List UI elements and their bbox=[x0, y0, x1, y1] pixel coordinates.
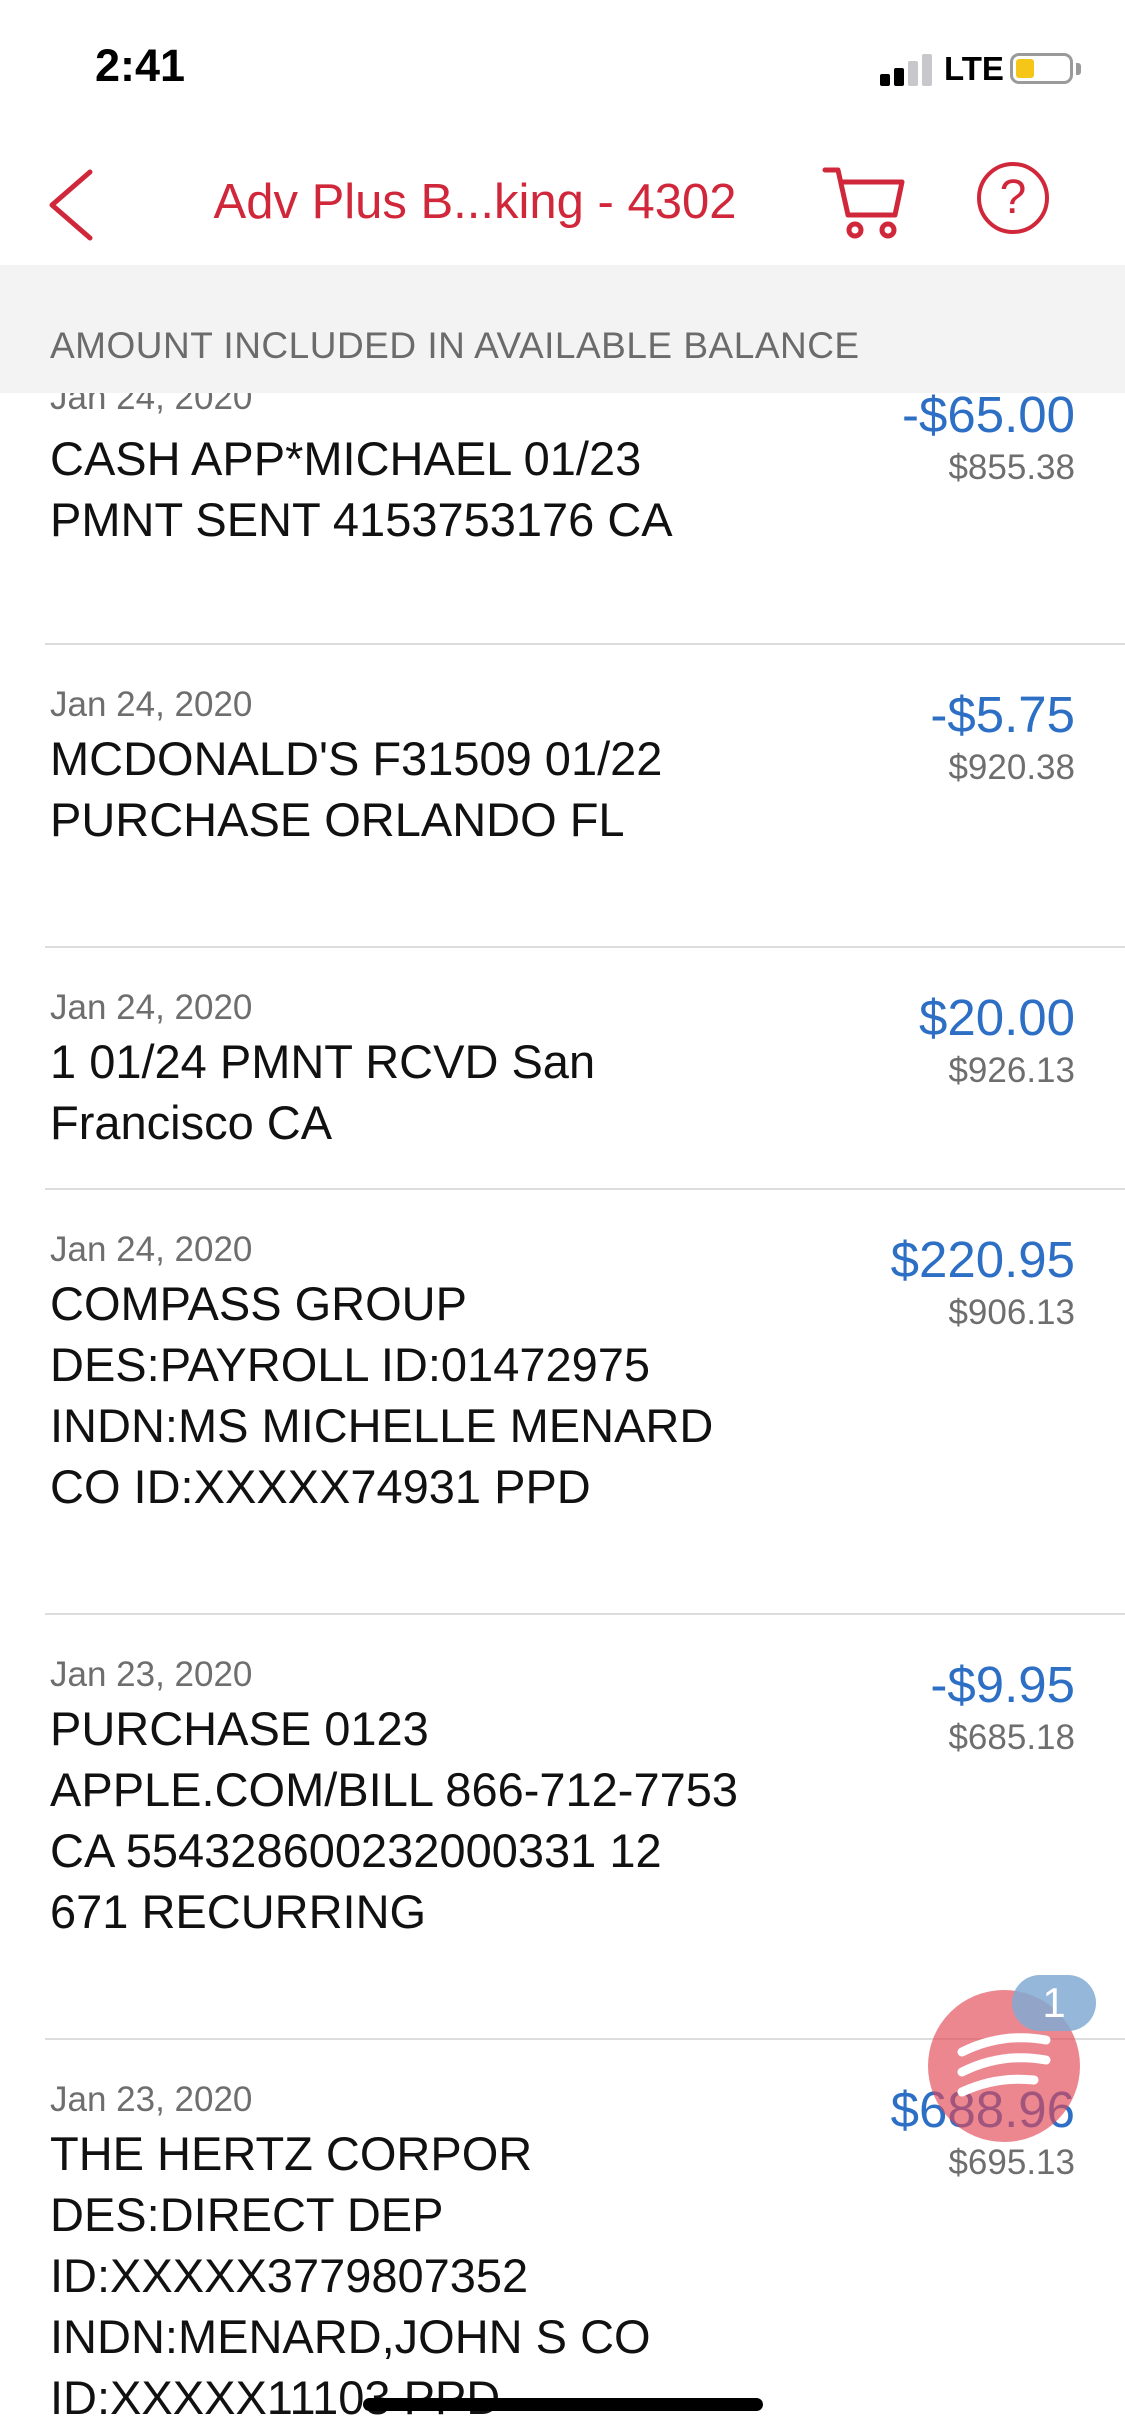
chat-logo-icon bbox=[957, 2033, 1051, 2097]
running-balance: $926.13 bbox=[948, 1051, 1075, 1090]
transaction-description: CASH APP*MICHAEL 01/23 PMNT SENT 4153753… bbox=[50, 432, 673, 546]
transaction-row[interactable]: Jan 24, 2020 1 01/24 PMNT RCVD San Franc… bbox=[45, 948, 1125, 1190]
transaction-description: 1 01/24 PMNT RCVD San Francisco CA bbox=[50, 1035, 596, 1149]
transaction-description: MCDONALD'S F31509 01/22 PURCHASE ORLANDO… bbox=[50, 732, 663, 846]
running-balance: $855.38 bbox=[948, 448, 1075, 487]
transaction-row[interactable]: Jan 24, 2020 MCDONALD'S F31509 01/22 PUR… bbox=[45, 645, 1125, 948]
running-balance: $685.18 bbox=[948, 1718, 1075, 1757]
transaction-row[interactable]: Jan 24, 2020 CASH APP*MICHAEL 01/23 PMNT… bbox=[45, 370, 1125, 645]
transaction-date: Jan 23, 2020 bbox=[50, 2080, 253, 2119]
notification-badge: 1 bbox=[1012, 1975, 1096, 2031]
transaction-date: Jan 23, 2020 bbox=[50, 1655, 253, 1694]
running-balance: $695.13 bbox=[948, 2143, 1075, 2182]
transaction-row[interactable]: Jan 24, 2020 COMPASS GROUP DES:PAYROLL I… bbox=[45, 1190, 1125, 1615]
transaction-description: THE HERTZ CORPOR DES:DIRECT DEP ID:XXXXX… bbox=[50, 2127, 651, 2424]
transaction-amount: -$9.95 bbox=[930, 1656, 1075, 1713]
running-balance: $920.38 bbox=[948, 748, 1075, 787]
transaction-amount: $20.00 bbox=[919, 989, 1075, 1046]
transaction-amount: $220.95 bbox=[890, 1231, 1075, 1288]
section-header: AMOUNT INCLUDED IN AVAILABLE BALANCE bbox=[0, 265, 1125, 393]
transaction-date: Jan 24, 2020 bbox=[50, 988, 253, 1027]
section-header-label: AMOUNT INCLUDED IN AVAILABLE BALANCE bbox=[50, 325, 860, 366]
home-indicator[interactable] bbox=[363, 2398, 763, 2411]
transaction-amount: -$65.00 bbox=[902, 386, 1075, 443]
transaction-description: COMPASS GROUP DES:PAYROLL ID:01472975 IN… bbox=[50, 1277, 714, 1513]
transaction-row[interactable]: Jan 23, 2020 PURCHASE 0123 APPLE.COM/BIL… bbox=[45, 1615, 1125, 2040]
transaction-description: PURCHASE 0123 APPLE.COM/BILL 866-712-775… bbox=[50, 1702, 738, 1938]
running-balance: $906.13 bbox=[948, 1293, 1075, 1332]
transaction-date: Jan 24, 2020 bbox=[50, 685, 253, 724]
transaction-amount: -$5.75 bbox=[930, 686, 1075, 743]
transaction-date: Jan 24, 2020 bbox=[50, 1230, 253, 1269]
